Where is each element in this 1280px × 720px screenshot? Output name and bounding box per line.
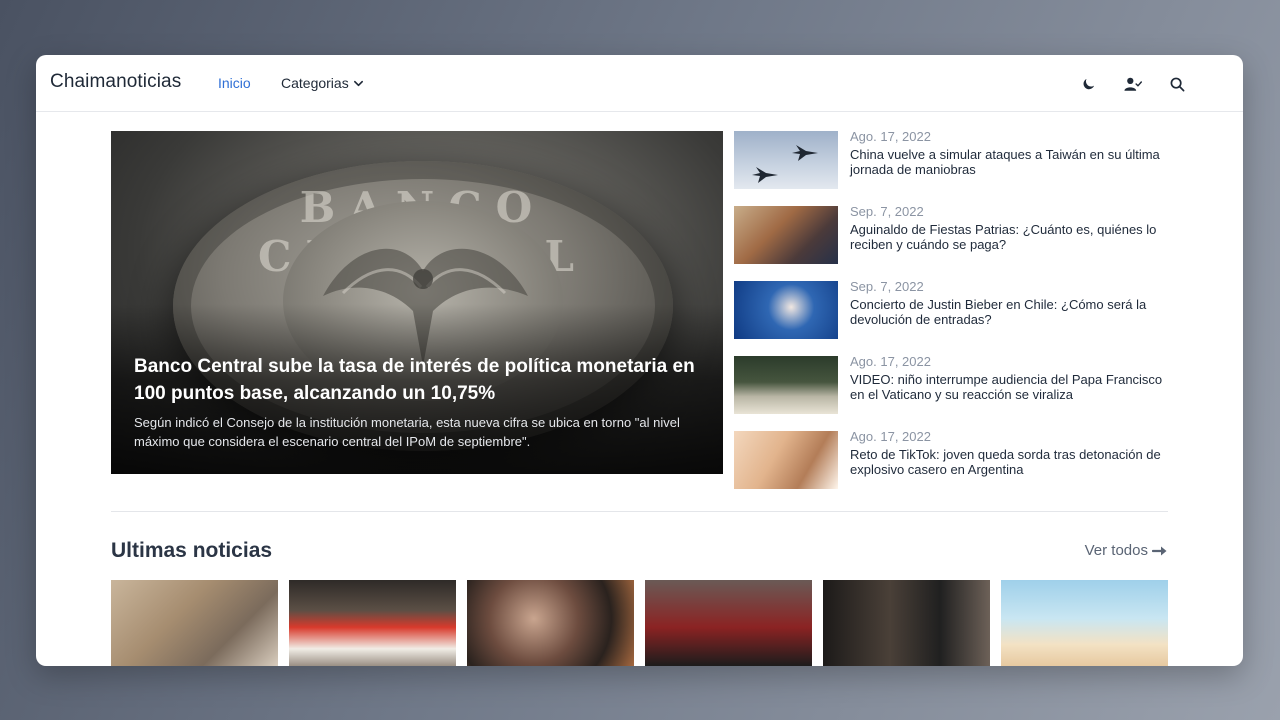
side-news-thumbnail [734, 356, 838, 414]
side-news-date: Sep. 7, 2022 [850, 204, 924, 219]
side-news-title[interactable]: Concierto de Justin Bieber en Chile: ¿Có… [850, 297, 1180, 327]
nav-item-categorias-label: Categorias [281, 75, 349, 91]
user-account-button[interactable] [1123, 74, 1143, 94]
nav-item-inicio[interactable]: Inicio [218, 75, 251, 91]
side-news-title[interactable]: China vuelve a simular ataques a Taiwán … [850, 147, 1180, 177]
featured-article-title[interactable]: Banco Central sube la tasa de interés de… [134, 353, 704, 407]
latest-news-card[interactable] [1001, 580, 1168, 666]
site-logo[interactable]: Chaimanoticias [50, 71, 181, 93]
latest-news-card[interactable] [467, 580, 634, 666]
side-news-list: Ago. 17, 2022 China vuelve a simular ata… [734, 129, 1174, 506]
featured-article-summary: Según indicó el Consejo de la institució… [134, 415, 680, 449]
see-all-link[interactable]: Ver todos [1085, 542, 1168, 559]
side-news-thumbnail [734, 431, 838, 489]
latest-news-card[interactable] [289, 580, 456, 666]
side-news-thumbnail [734, 206, 838, 264]
moon-icon [1083, 78, 1095, 90]
search-button[interactable] [1167, 74, 1187, 94]
side-news-item[interactable]: Ago. 17, 2022 VIDEO: niño interrumpe aud… [734, 354, 1174, 431]
top-navbar: Chaimanoticias Inicio Categorias [36, 55, 1243, 112]
side-news-item[interactable]: Ago. 17, 2022 Reto de TikTok: joven qued… [734, 429, 1174, 506]
side-news-item[interactable]: Sep. 7, 2022 Aguinaldo de Fiestas Patria… [734, 204, 1174, 281]
latest-news-card[interactable] [645, 580, 812, 666]
side-news-title[interactable]: VIDEO: niño interrumpe audiencia del Pap… [850, 372, 1180, 402]
see-all-label: Ver todos [1084, 542, 1148, 559]
side-news-thumbnail [734, 281, 838, 339]
side-news-date: Sep. 7, 2022 [850, 279, 924, 294]
chevron-down-icon [353, 80, 363, 86]
user-check-icon [1124, 77, 1142, 91]
browser-window: Chaimanoticias Inicio Categorias Banco C… [36, 55, 1243, 666]
latest-news-card[interactable] [111, 580, 278, 666]
side-news-item[interactable]: Ago. 17, 2022 China vuelve a simular ata… [734, 129, 1174, 206]
side-news-date: Ago. 17, 2022 [850, 429, 931, 444]
arrow-right-icon [1152, 546, 1167, 555]
latest-news-heading: Ultimas noticias [111, 539, 273, 562]
nav-item-categorias[interactable]: Categorias [281, 75, 364, 91]
search-icon [1170, 77, 1184, 91]
featured-article[interactable]: BANCO CENTRAL Banco Central sube la tasa… [111, 131, 723, 474]
side-news-item[interactable]: Sep. 7, 2022 Concierto de Justin Bieber … [734, 279, 1174, 356]
side-news-date: Ago. 17, 2022 [850, 129, 931, 144]
side-news-date: Ago. 17, 2022 [850, 354, 931, 369]
theme-toggle-button[interactable] [1079, 74, 1099, 94]
side-news-thumbnail [734, 131, 838, 189]
section-divider [111, 511, 1168, 512]
side-news-title[interactable]: Reto de TikTok: joven queda sorda tras d… [850, 447, 1180, 477]
latest-news-card[interactable] [823, 580, 990, 666]
latest-news-grid [111, 580, 1169, 666]
side-news-title[interactable]: Aguinaldo de Fiestas Patrias: ¿Cuánto es… [850, 222, 1180, 252]
